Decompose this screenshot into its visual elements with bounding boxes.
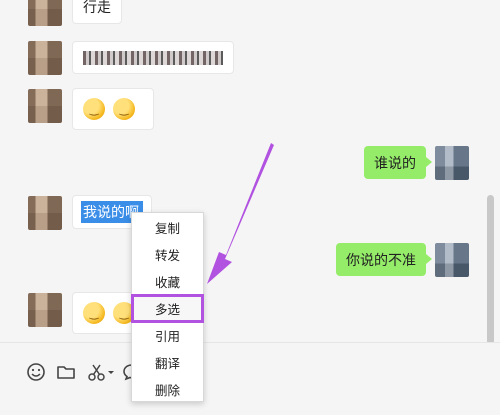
menu-item-favorite[interactable]: 收藏 <box>132 268 203 295</box>
menu-item-delete[interactable]: 删除 <box>132 376 203 403</box>
contact-avatar[interactable] <box>28 41 62 75</box>
censored-text <box>83 50 223 65</box>
folder-icon[interactable] <box>55 361 77 383</box>
emoji-icon[interactable] <box>25 361 47 383</box>
contact-avatar[interactable] <box>28 196 62 230</box>
own-avatar[interactable] <box>435 243 469 277</box>
message-text: 行走 <box>83 0 111 16</box>
sent-message-bubble[interactable]: 你说的不准 <box>336 243 432 276</box>
sent-message-bubble[interactable]: 谁说的 <box>364 146 432 179</box>
contact-avatar[interactable] <box>28 293 62 327</box>
contact-avatar[interactable] <box>28 89 62 123</box>
menu-item-copy[interactable]: 复制 <box>132 214 203 241</box>
own-avatar[interactable] <box>435 146 469 180</box>
face-with-tears-emoji: ‿ <box>113 98 135 120</box>
menu-item-multi-select[interactable]: 多选 <box>131 294 204 323</box>
menu-item-forward[interactable]: 转发 <box>132 241 203 268</box>
message-bubble[interactable]: 行走 <box>72 0 122 24</box>
chat-message-area[interactable]: 行走 ‿ ‿ 谁说的 我说的啊 你说的不准 ‿ ‿ <box>0 0 500 345</box>
menu-item-translate[interactable]: 翻译 <box>132 349 203 376</box>
input-toolbar <box>0 342 500 415</box>
contact-avatar[interactable] <box>28 0 62 26</box>
chat-scrollbar[interactable] <box>487 195 494 345</box>
menu-item-quote[interactable]: 引用 <box>132 322 203 349</box>
message-bubble-emoji[interactable]: ‿ ‿ <box>72 88 154 130</box>
message-text: 你说的不准 <box>346 252 416 269</box>
face-with-tears-emoji: ‿ <box>83 302 105 324</box>
message-text: 谁说的 <box>374 155 416 172</box>
face-with-tears-emoji: ‿ <box>83 98 105 120</box>
scissors-icon[interactable] <box>86 361 116 383</box>
message-bubble-censored[interactable] <box>72 41 234 74</box>
context-menu: 复制 转发 收藏 多选 引用 翻译 删除 <box>131 212 204 402</box>
